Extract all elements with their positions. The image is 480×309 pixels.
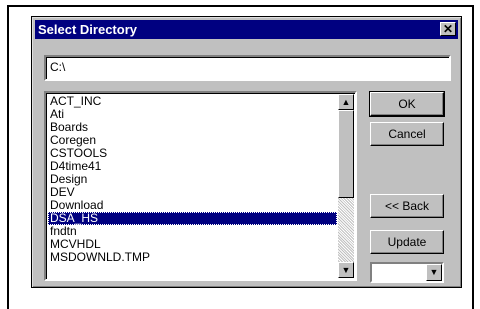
directory-item[interactable]: ACT_INC — [48, 95, 337, 108]
ok-button[interactable]: OK — [369, 91, 445, 117]
update-button[interactable]: Update — [370, 230, 444, 254]
arrow-up-icon[interactable]: ▲ — [338, 94, 354, 110]
directory-item[interactable]: DSA_HS — [48, 212, 337, 225]
directory-list[interactable]: ACT_INC Ati Boards Coregen CSTOOLS D4time41 De… — [44, 91, 357, 281]
directory-item[interactable]: MSDOWNLD.TMP — [48, 251, 337, 264]
vertical-scrollbar[interactable]: ▲ ▼ — [338, 94, 354, 278]
back-button[interactable]: << Back — [370, 194, 444, 218]
dialog-title: Select Directory — [38, 22, 137, 37]
close-icon[interactable]: ✕ — [440, 22, 456, 36]
select-directory-dialog: Select Directory ✕ C:\ ACT_INC Ati Boards C… — [31, 16, 462, 288]
directory-item[interactable]: Ati — [48, 108, 337, 121]
directory-item[interactable]: Design — [48, 173, 337, 186]
scroll-thumb[interactable] — [338, 110, 354, 198]
title-bar[interactable]: Select Directory ✕ — [35, 20, 458, 39]
directory-items: ACT_INC Ati Boards Coregen CSTOOLS D4time41 De… — [48, 95, 337, 264]
cancel-button[interactable]: Cancel — [370, 122, 444, 146]
directory-item[interactable]: D4time41 — [48, 160, 337, 173]
chevron-down-icon[interactable]: ▼ — [426, 264, 442, 281]
path-input[interactable]: C:\ — [44, 55, 451, 81]
drive-select[interactable]: ▼ — [370, 262, 444, 283]
arrow-down-icon[interactable]: ▼ — [338, 262, 354, 278]
